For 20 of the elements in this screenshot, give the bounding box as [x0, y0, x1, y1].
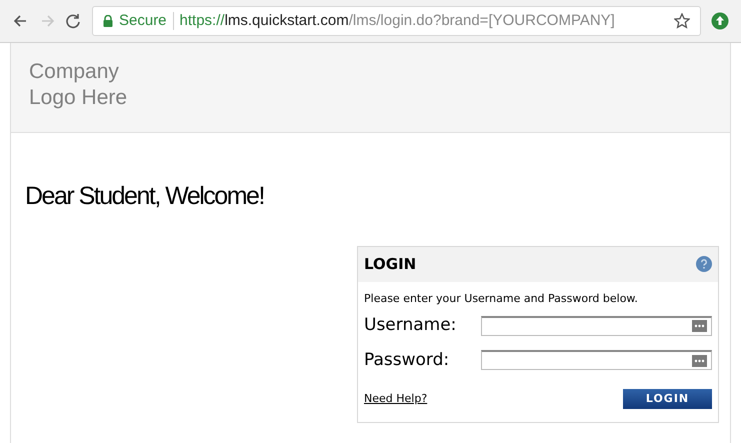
welcome-heading: Dear Student, Welcome! — [25, 181, 264, 212]
input-field[interactable] — [480, 350, 712, 370]
star-icon[interactable] — [674, 13, 690, 29]
reload-icon[interactable] — [64, 12, 82, 30]
lock-icon — [103, 15, 113, 27]
url-text: https://lms.quickstart.com/lms/login.do?brand=[YOURCOMPANY] — [180, 10, 615, 31]
login-title: LOGIN — [364, 254, 416, 275]
help-icon[interactable] — [696, 256, 712, 272]
upload-icon[interactable] — [711, 12, 729, 30]
login-instructions: Please enter your Username and Password below. — [363, 290, 639, 306]
input-field[interactable] — [480, 316, 712, 336]
login-button[interactable]: LOGIN — [623, 389, 712, 409]
field-label: Password: — [364, 348, 450, 372]
help-link[interactable]: Need Help? — [364, 390, 428, 408]
address-bar[interactable]: Secure https://lms.quickstart.com/lms/login.do?brand=[YOURCOMPANY] — [92, 6, 701, 36]
dots-icon — [692, 320, 707, 332]
field-label: Username: — [364, 314, 458, 337]
logo-text: Company Logo Here — [29, 59, 128, 111]
security-label: Secure — [119, 10, 167, 31]
dots-icon — [692, 354, 707, 367]
